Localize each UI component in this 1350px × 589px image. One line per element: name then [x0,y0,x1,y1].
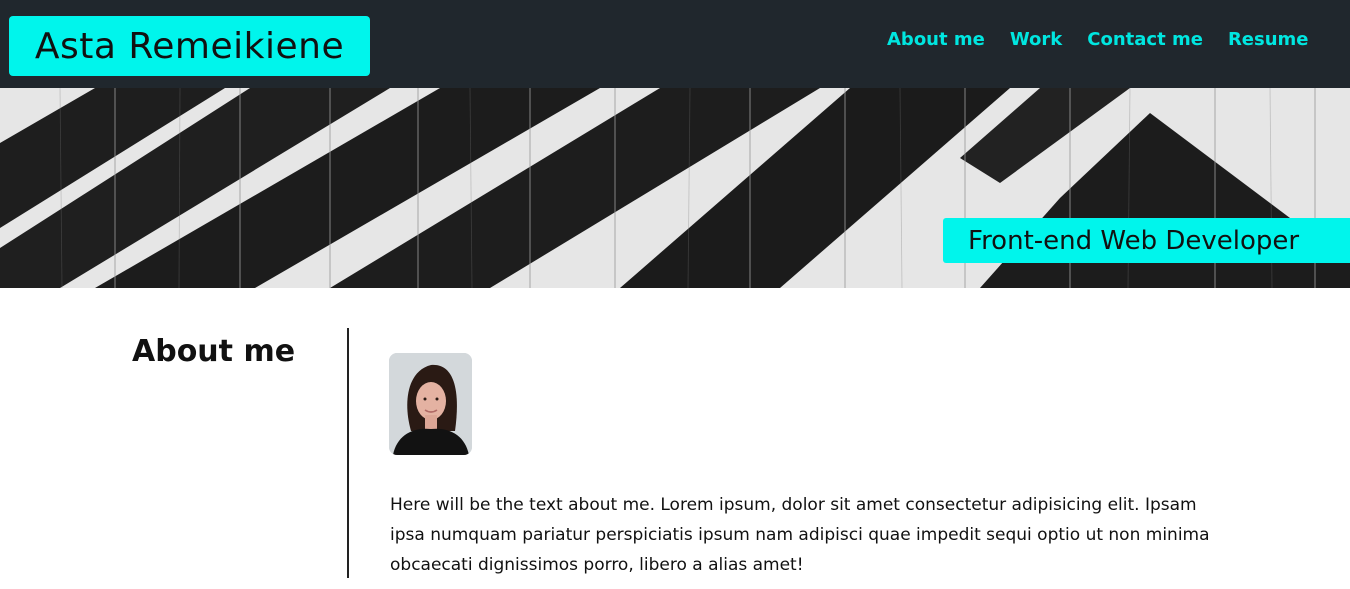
tagline-text: Front-end Web Developer [968,225,1300,256]
main-nav: About me Work Contact me Resume [887,29,1334,50]
nav-link-resume[interactable]: Resume [1228,29,1309,50]
nav-link-about-me[interactable]: About me [887,29,985,50]
tagline-badge: Front-end Web Developer [943,218,1350,263]
section-title-about: About me [132,334,296,369]
logo-text: Asta Remeikiene [34,25,345,67]
nav-link-contact-me[interactable]: Contact me [1087,29,1203,50]
profile-photo [389,353,472,455]
nav-link-work[interactable]: Work [1010,29,1062,50]
logo-link[interactable]: Asta Remeikiene [9,16,370,76]
site-header: Asta Remeikiene About me Work Contact me… [0,0,1350,88]
profile-portrait-image [389,353,472,455]
section-divider [347,328,349,578]
about-paragraph: Here will be the text about me. Lorem ip… [390,495,1210,575]
